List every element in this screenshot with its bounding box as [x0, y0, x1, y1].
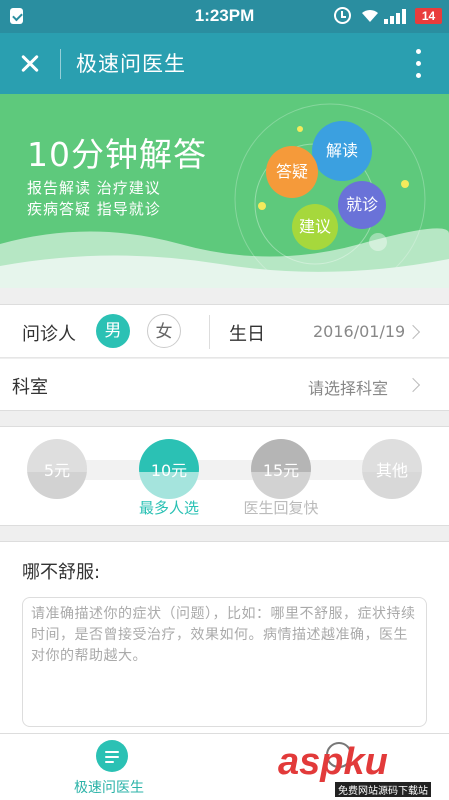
- price-label: 5元: [43, 461, 71, 480]
- header-divider: [60, 49, 61, 79]
- promo-banner: 10分钟解答 报告解读 治疗建议 疾病答疑 指导就诊 解读 答疑 就诊 建议: [0, 94, 449, 288]
- price-option-10[interactable]: 10元: [139, 439, 199, 499]
- banner-title: 10分钟解答: [27, 135, 207, 174]
- watermark-logo: aspku: [278, 741, 388, 783]
- bubble-qa: 答疑: [266, 146, 318, 198]
- department-row[interactable]: 科室 请选择科室: [0, 359, 449, 411]
- chevron-right-icon: [405, 377, 421, 393]
- wifi-icon: [362, 9, 378, 22]
- banner-line-2: 疾病答疑 指导就诊: [27, 200, 161, 218]
- status-bar: 1:23PM 14: [0, 0, 449, 33]
- signal-icon: [384, 9, 408, 24]
- price-option-5[interactable]: 5元: [27, 439, 87, 499]
- complaint-title: 哪不舒服:: [22, 562, 101, 583]
- page-title: 极速问医生: [76, 52, 186, 76]
- banner-line-1: 报告解读 治疗建议: [27, 179, 161, 197]
- price-option-15[interactable]: 15元: [251, 439, 311, 499]
- bubble-visit: 就诊: [338, 181, 386, 229]
- price-track: [60, 460, 390, 480]
- gender-female-button[interactable]: 女: [147, 314, 181, 348]
- price-label: 10元: [150, 461, 188, 480]
- price-selector: 5元 10元 最多人选 15元 医生回复快 其他: [0, 426, 449, 526]
- visitor-label: 问诊人: [22, 324, 76, 345]
- price-label: 15元: [262, 461, 300, 480]
- watermark-caption: 免费网站源码下载站: [335, 782, 431, 797]
- row-divider: [209, 315, 210, 349]
- price-option-other[interactable]: 其他: [362, 439, 422, 499]
- status-time: 1:23PM: [194, 6, 255, 25]
- price-sub-fast: 医生回复快: [243, 499, 319, 517]
- complaint-section: 哪不舒服: 请准确描述你的症状（问题），比如：哪里不舒服，症状持续时间，是否曾接…: [0, 541, 449, 733]
- close-icon[interactable]: [12, 46, 48, 82]
- bubble-advice: 建议: [292, 204, 338, 250]
- chat-bubble-icon[interactable]: [96, 740, 128, 772]
- bubble-interpret: 解读: [312, 121, 372, 181]
- birthday-label: 生日: [229, 324, 265, 345]
- gender-male-button[interactable]: 男: [96, 314, 130, 348]
- birthday-value[interactable]: 2016/01/19: [313, 322, 405, 341]
- department-label: 科室: [12, 377, 48, 398]
- tab-quick-ask-label[interactable]: 极速问医生: [74, 777, 144, 797]
- battery-icon: 14: [415, 8, 442, 24]
- app-header: 极速问医生: [0, 33, 449, 94]
- alarm-icon: [334, 7, 351, 24]
- chevron-right-icon: [405, 324, 421, 340]
- visitor-row: 问诊人 男 女 生日 2016/01/19: [0, 304, 449, 358]
- price-sub-popular: 最多人选: [138, 499, 199, 517]
- price-label: 其他: [375, 461, 408, 480]
- department-value[interactable]: 请选择科室: [308, 375, 388, 399]
- symptom-input[interactable]: 请准确描述你的症状（问题），比如：哪里不舒服，症状持续时间，是否曾接受治疗，效果…: [22, 597, 427, 727]
- more-vert-icon[interactable]: [408, 47, 430, 81]
